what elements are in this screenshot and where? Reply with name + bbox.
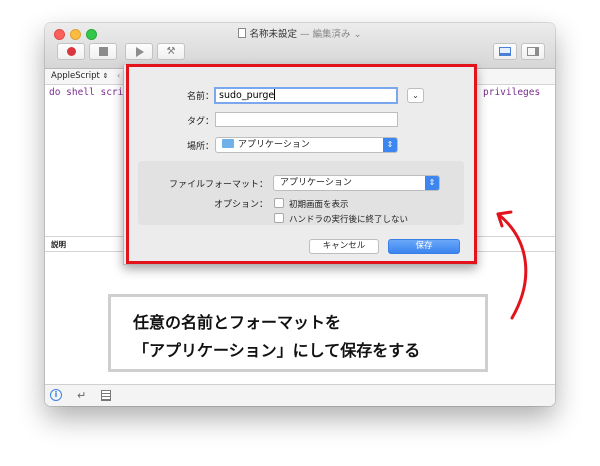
record-button[interactable] [57,43,85,60]
return-icon[interactable]: ↵ [77,389,86,402]
list-icon[interactable] [101,390,111,401]
window-title: 名称未設定 — 編集済み ⌄ [45,26,555,40]
info-icon[interactable]: i [50,389,62,401]
language-selector[interactable]: AppleScript ⇕ [51,71,108,81]
record-icon [66,47,76,56]
script-code-left[interactable]: do shell scri [49,87,123,98]
document-icon [238,28,247,38]
annotation-callout: 任意の名前とフォーマットを 「アプリケーション」にして保存をする [108,294,488,372]
callout-line-2: 「アプリケーション」にして保存をする [133,341,421,360]
side-pane-icon [527,47,539,56]
arrow-curve [496,212,528,320]
updown-icon: ⇕ [102,72,109,80]
hammer-icon: ⚒ [166,46,176,57]
run-button[interactable] [125,43,153,60]
description-pane-label: 説明 [51,240,66,249]
navigation-divider[interactable]: ‹ [117,71,120,80]
toolbar: 名称未設定 — 編集済み ⌄ ⚒ [45,23,555,69]
compile-button[interactable]: ⚒ [157,43,185,60]
stop-icon [98,47,108,56]
bottom-bar: i ↵ [45,384,555,406]
callout-line-1: 任意の名前とフォーマットを [133,313,342,332]
window-title-text: 名称未設定 [249,29,297,40]
show-library-pane-button[interactable] [521,43,545,60]
bottom-pane-icon [499,47,511,56]
title-chevron-icon[interactable]: ⌄ [354,29,362,40]
play-icon [136,46,144,57]
script-code-right[interactable]: privileges [483,87,540,98]
stop-button[interactable] [89,43,117,60]
show-log-pane-button[interactable] [493,43,517,60]
highlight-box [126,64,477,264]
window-subtitle: — 編集済み [300,29,351,40]
